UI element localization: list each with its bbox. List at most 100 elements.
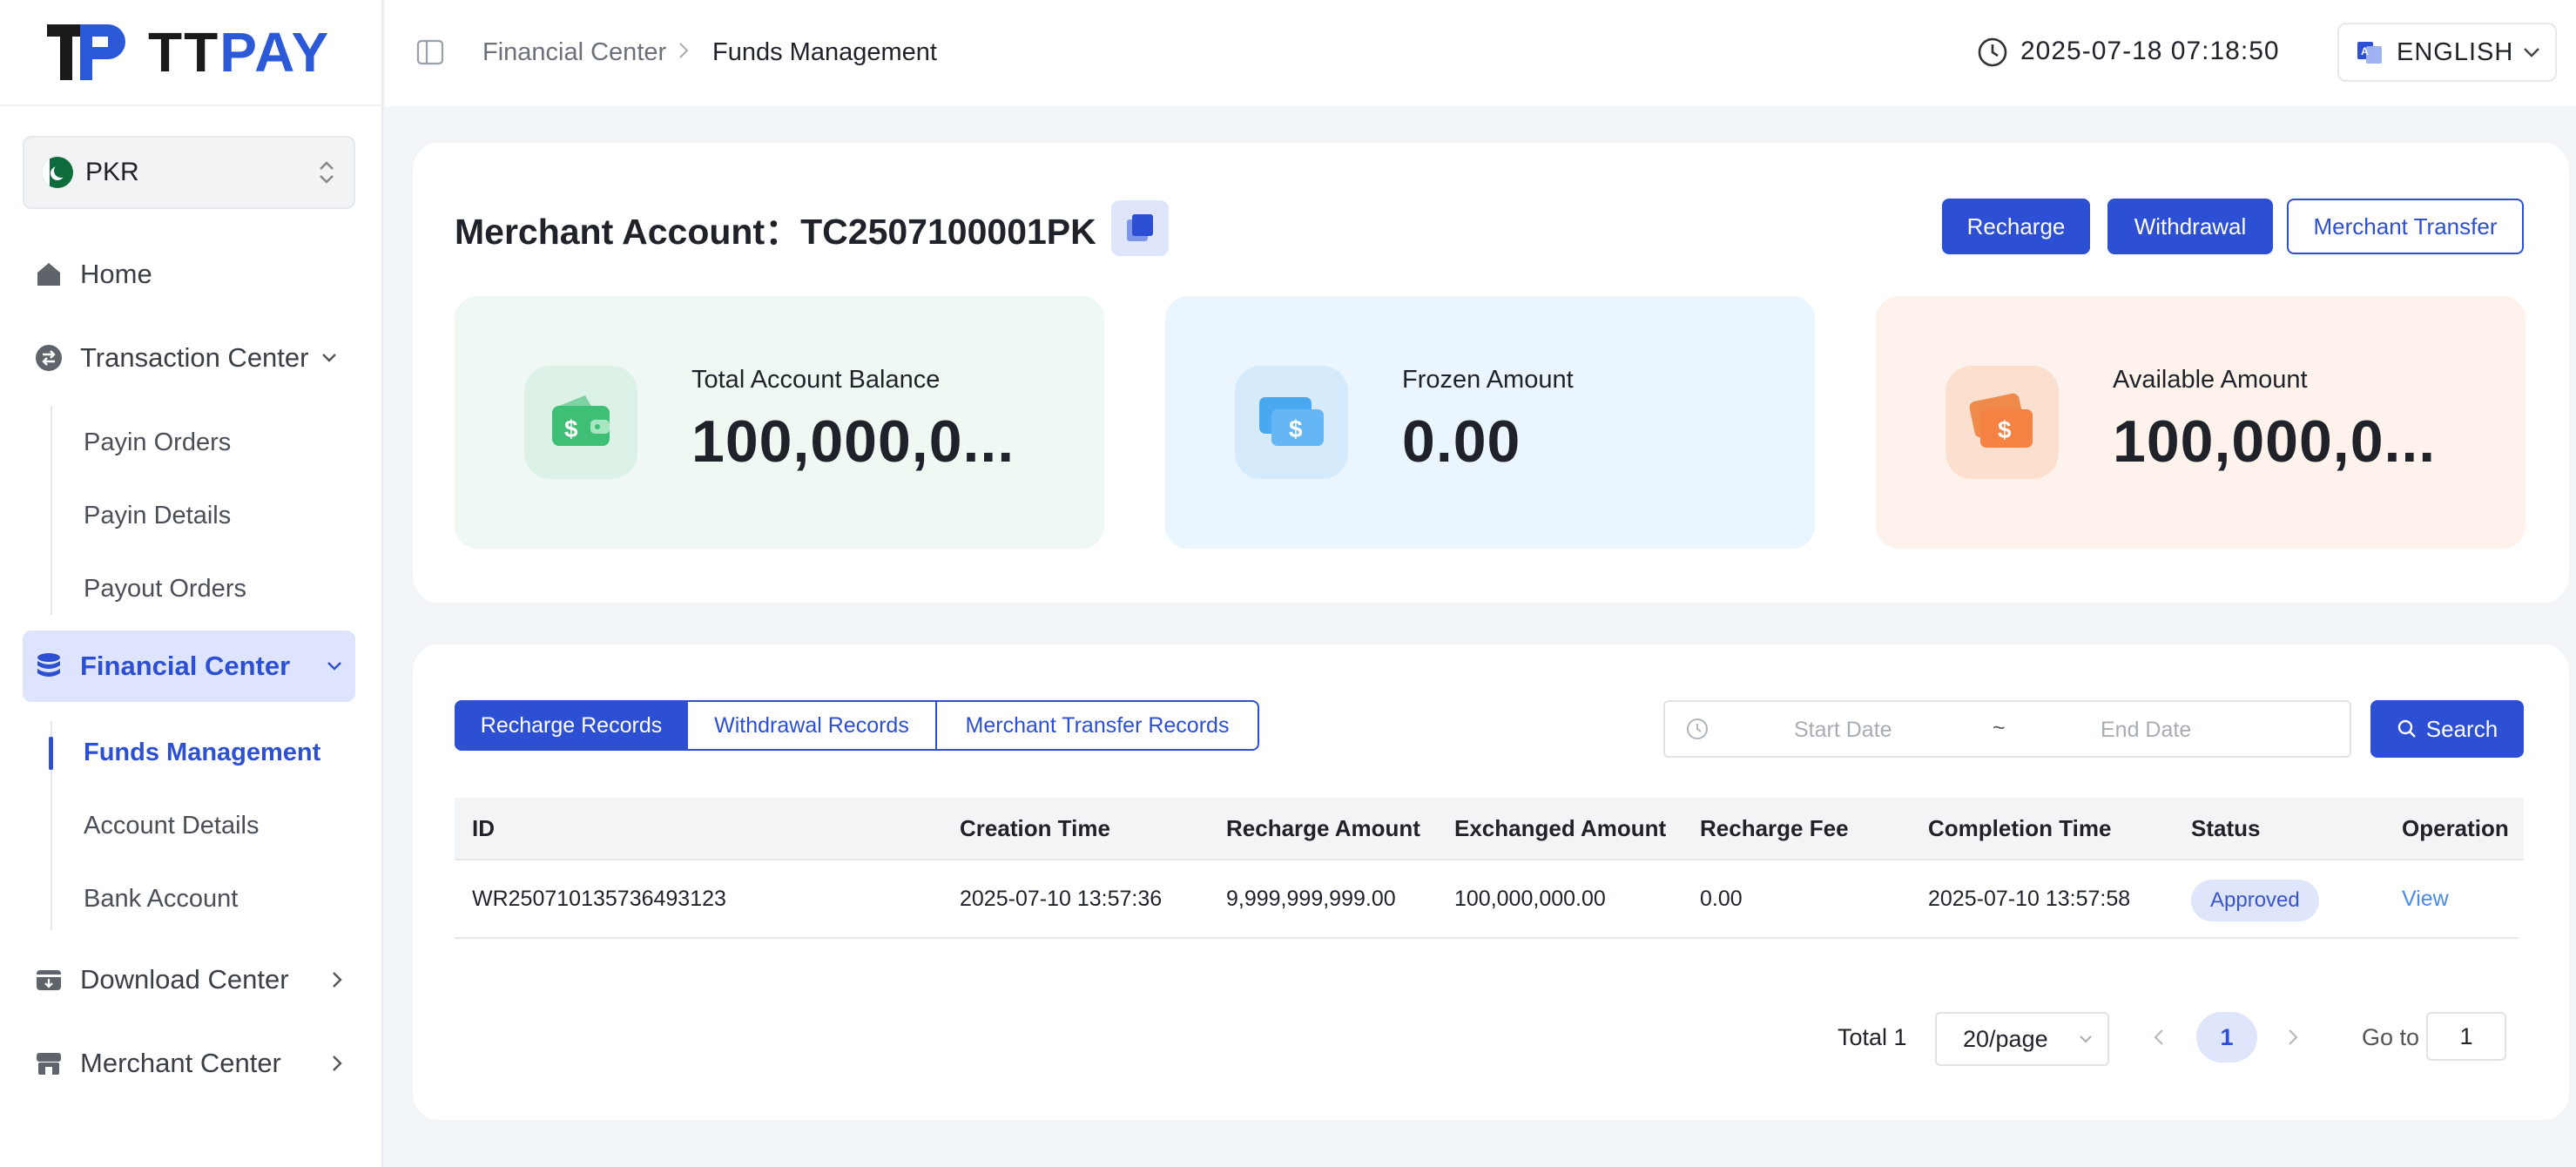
stat-available-amount-label: Available Amount xyxy=(2113,366,2308,394)
top-header: Financial Center Funds Management 2025-0… xyxy=(385,0,2576,106)
column-header: Exchanged Amount xyxy=(1454,815,1667,841)
logo-mark-icon xyxy=(47,24,125,80)
svg-text:$: $ xyxy=(1289,415,1303,442)
language-selector[interactable]: A ENGLISH xyxy=(2337,23,2557,82)
status-badge: Approved xyxy=(2191,880,2319,921)
column-header: Recharge Fee xyxy=(1700,815,1849,841)
money-cards-icon: $ xyxy=(1235,366,1348,479)
recharge-button[interactable]: Recharge xyxy=(1942,199,2090,254)
nav-merchant-center[interactable]: Merchant Center xyxy=(23,1028,355,1099)
merchant-account-title: Merchant Account：TC2507100001PK xyxy=(455,212,1096,252)
exchange-icon xyxy=(33,342,64,374)
table-header: ID Creation Time Recharge Amount Exchang… xyxy=(455,798,2524,860)
svg-text:A: A xyxy=(2361,45,2369,57)
start-date-input[interactable]: Start Date xyxy=(1794,718,1892,743)
money-cards-icon: $ xyxy=(1945,366,2059,479)
cell-completion-time: 2025-07-10 13:57:58 xyxy=(1928,887,2131,911)
stat-frozen-amount-value: 0.00 xyxy=(1402,408,1521,475)
copy-button[interactable] xyxy=(1111,200,1169,256)
nav-transaction-center-label: Transaction Center xyxy=(80,342,309,373)
svg-text:$: $ xyxy=(1998,416,2012,443)
translate-icon: A xyxy=(2357,42,2382,64)
cell-creation-time: 2025-07-10 13:57:36 xyxy=(960,887,1163,911)
breadcrumb-current: Funds Management xyxy=(712,38,937,66)
breadcrumb-separator-icon xyxy=(679,43,689,58)
search-icon xyxy=(2397,719,2416,738)
merchant-transfer-button[interactable]: Merchant Transfer xyxy=(2287,199,2524,254)
nav-transaction-center[interactable]: Transaction Center xyxy=(23,322,355,394)
nav-payin-details[interactable]: Payin Details xyxy=(84,502,231,530)
column-header: ID xyxy=(472,815,495,841)
prev-page-icon[interactable] xyxy=(2153,1028,2165,1047)
date-range-picker[interactable]: Start Date ~ End Date xyxy=(1663,700,2351,758)
submenu-active-indicator xyxy=(49,737,53,770)
tab-merchant-transfer-records[interactable]: Merchant Transfer Records xyxy=(937,700,1259,751)
nav-payin-orders[interactable]: Payin Orders xyxy=(84,428,231,457)
sidebar: TTPAY PKR Home Transaction Center Payin … xyxy=(0,0,383,1167)
current-datetime: 2025-07-18 07:18:50 xyxy=(2020,37,2280,65)
stat-available-amount-value: 100,000,0... xyxy=(2113,408,2437,475)
nav-funds-management[interactable]: Funds Management xyxy=(84,739,320,767)
search-button[interactable]: Search xyxy=(2370,700,2524,758)
pakistan-flag-icon xyxy=(42,157,73,188)
next-page-icon[interactable] xyxy=(2287,1028,2299,1047)
stat-total-balance-label: Total Account Balance xyxy=(691,366,941,394)
column-header: Creation Time xyxy=(960,815,1110,841)
cell-recharge-fee: 0.00 xyxy=(1700,887,1743,911)
nav-merchant-center-label: Merchant Center xyxy=(80,1048,281,1078)
language-label: ENGLISH xyxy=(2397,37,2514,66)
column-header: Completion Time xyxy=(1928,815,2112,841)
logo-text: TTPAY xyxy=(148,21,331,84)
stat-frozen-amount-label: Frozen Amount xyxy=(1402,366,1574,394)
search-button-label: Search xyxy=(2425,715,2498,742)
nav-home[interactable]: Home xyxy=(23,239,355,310)
table-row: WR250710135736493123 2025-07-10 13:57:36… xyxy=(455,860,2519,939)
page-number-current[interactable]: 1 xyxy=(2196,1012,2257,1062)
download-box-icon xyxy=(33,964,64,995)
records-tabs: Recharge Records Withdrawal Records Merc… xyxy=(455,700,1259,751)
nav-account-details[interactable]: Account Details xyxy=(84,812,260,840)
sidebar-toggle-icon[interactable] xyxy=(416,38,444,66)
view-link[interactable]: View xyxy=(2402,887,2449,912)
currency-label: PKR xyxy=(85,158,139,186)
stat-frozen-amount: $ Frozen Amount 0.00 xyxy=(1165,296,1815,549)
currency-selector[interactable]: PKR xyxy=(23,136,355,209)
clock-icon xyxy=(1687,718,1708,739)
nav-financial-center-label: Financial Center xyxy=(80,651,291,681)
nav-financial-center[interactable]: Financial Center xyxy=(23,631,355,702)
tab-recharge-records[interactable]: Recharge Records xyxy=(455,700,688,751)
cell-id: WR250710135736493123 xyxy=(472,887,726,911)
stat-available-amount: $ Available Amount 100,000,0... xyxy=(1876,296,2525,549)
nav-download-center-label: Download Center xyxy=(80,964,289,995)
goto-page-input[interactable]: 1 xyxy=(2426,1012,2506,1061)
page-size-select[interactable]: 20/page xyxy=(1935,1012,2109,1066)
date-range-separator: ~ xyxy=(1993,716,2006,740)
records-card: Recharge Records Withdrawal Records Merc… xyxy=(413,644,2569,1120)
copy-icon xyxy=(1127,214,1153,241)
cell-recharge-amount: 9,999,999,999.00 xyxy=(1226,887,1396,911)
chevron-down-icon xyxy=(322,354,337,362)
svg-text:$: $ xyxy=(564,415,578,442)
store-icon xyxy=(33,1048,64,1079)
clock-icon xyxy=(1978,37,2007,67)
cell-exchanged-amount: 100,000,000.00 xyxy=(1454,887,1606,911)
goto-label: Go to xyxy=(2362,1024,2420,1050)
withdrawal-button[interactable]: Withdrawal xyxy=(2107,199,2273,254)
home-icon xyxy=(33,259,64,290)
database-icon xyxy=(33,651,64,682)
nav-home-label: Home xyxy=(80,259,152,289)
stat-total-balance-value: 100,000,0... xyxy=(691,408,1015,475)
breadcrumb-parent[interactable]: Financial Center xyxy=(482,38,666,67)
updown-chevron-icon xyxy=(320,161,334,184)
wallet-icon: $ xyxy=(524,366,637,479)
stat-total-balance: $ Total Account Balance 100,000,0... xyxy=(455,296,1104,549)
column-header: Status xyxy=(2191,815,2261,841)
nav-payout-orders[interactable]: Payout Orders xyxy=(84,575,246,604)
nav-bank-account[interactable]: Bank Account xyxy=(84,885,238,914)
nav-download-center[interactable]: Download Center xyxy=(23,944,355,1015)
column-header: Recharge Amount xyxy=(1226,815,1420,841)
column-header: Operation xyxy=(2402,815,2509,841)
end-date-input[interactable]: End Date xyxy=(2101,718,2191,743)
logo[interactable]: TTPAY xyxy=(0,0,381,106)
tab-withdrawal-records[interactable]: Withdrawal Records xyxy=(688,700,937,751)
